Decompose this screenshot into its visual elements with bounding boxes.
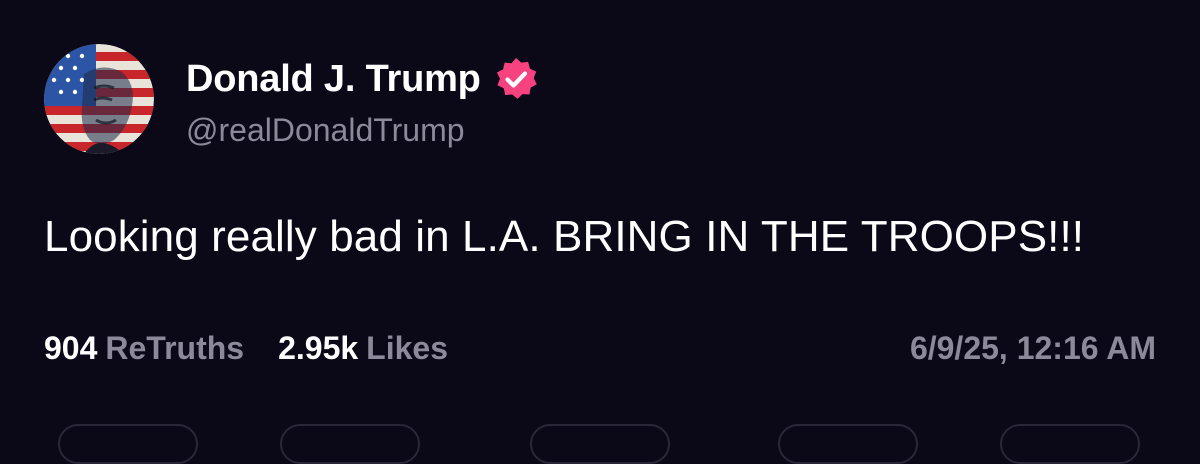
verified-badge-icon bbox=[496, 58, 537, 99]
likes-stat[interactable]: 2.95k Likes bbox=[278, 330, 448, 367]
more-button[interactable] bbox=[1000, 424, 1140, 464]
author-name-row: Donald J. Trump bbox=[186, 56, 539, 102]
share-button[interactable] bbox=[778, 424, 918, 464]
post-stats: 904 ReTruths 2.95k Likes bbox=[44, 330, 448, 367]
retruths-stat[interactable]: 904 ReTruths bbox=[44, 330, 244, 367]
retruths-count: 904 bbox=[44, 330, 98, 366]
avatar-image bbox=[44, 44, 154, 154]
retruths-label: ReTruths bbox=[105, 330, 245, 366]
like-button[interactable] bbox=[530, 424, 670, 464]
retruth-button[interactable] bbox=[280, 424, 420, 464]
likes-label: Likes bbox=[366, 330, 448, 366]
post-text: Looking really bad in L.A. BRING IN THE … bbox=[44, 212, 1085, 261]
avatar[interactable] bbox=[44, 44, 154, 154]
action-bar bbox=[0, 424, 1200, 464]
likes-count: 2.95k bbox=[278, 330, 359, 366]
display-name[interactable]: Donald J. Trump bbox=[186, 58, 481, 101]
author-handle[interactable]: @realDonaldTrump bbox=[186, 112, 465, 149]
truth-post: Donald J. Trump @realDonaldTrump Looking… bbox=[0, 0, 1200, 464]
reply-button[interactable] bbox=[58, 424, 198, 464]
post-timestamp: 6/9/25, 12:16 AM bbox=[909, 330, 1156, 366]
